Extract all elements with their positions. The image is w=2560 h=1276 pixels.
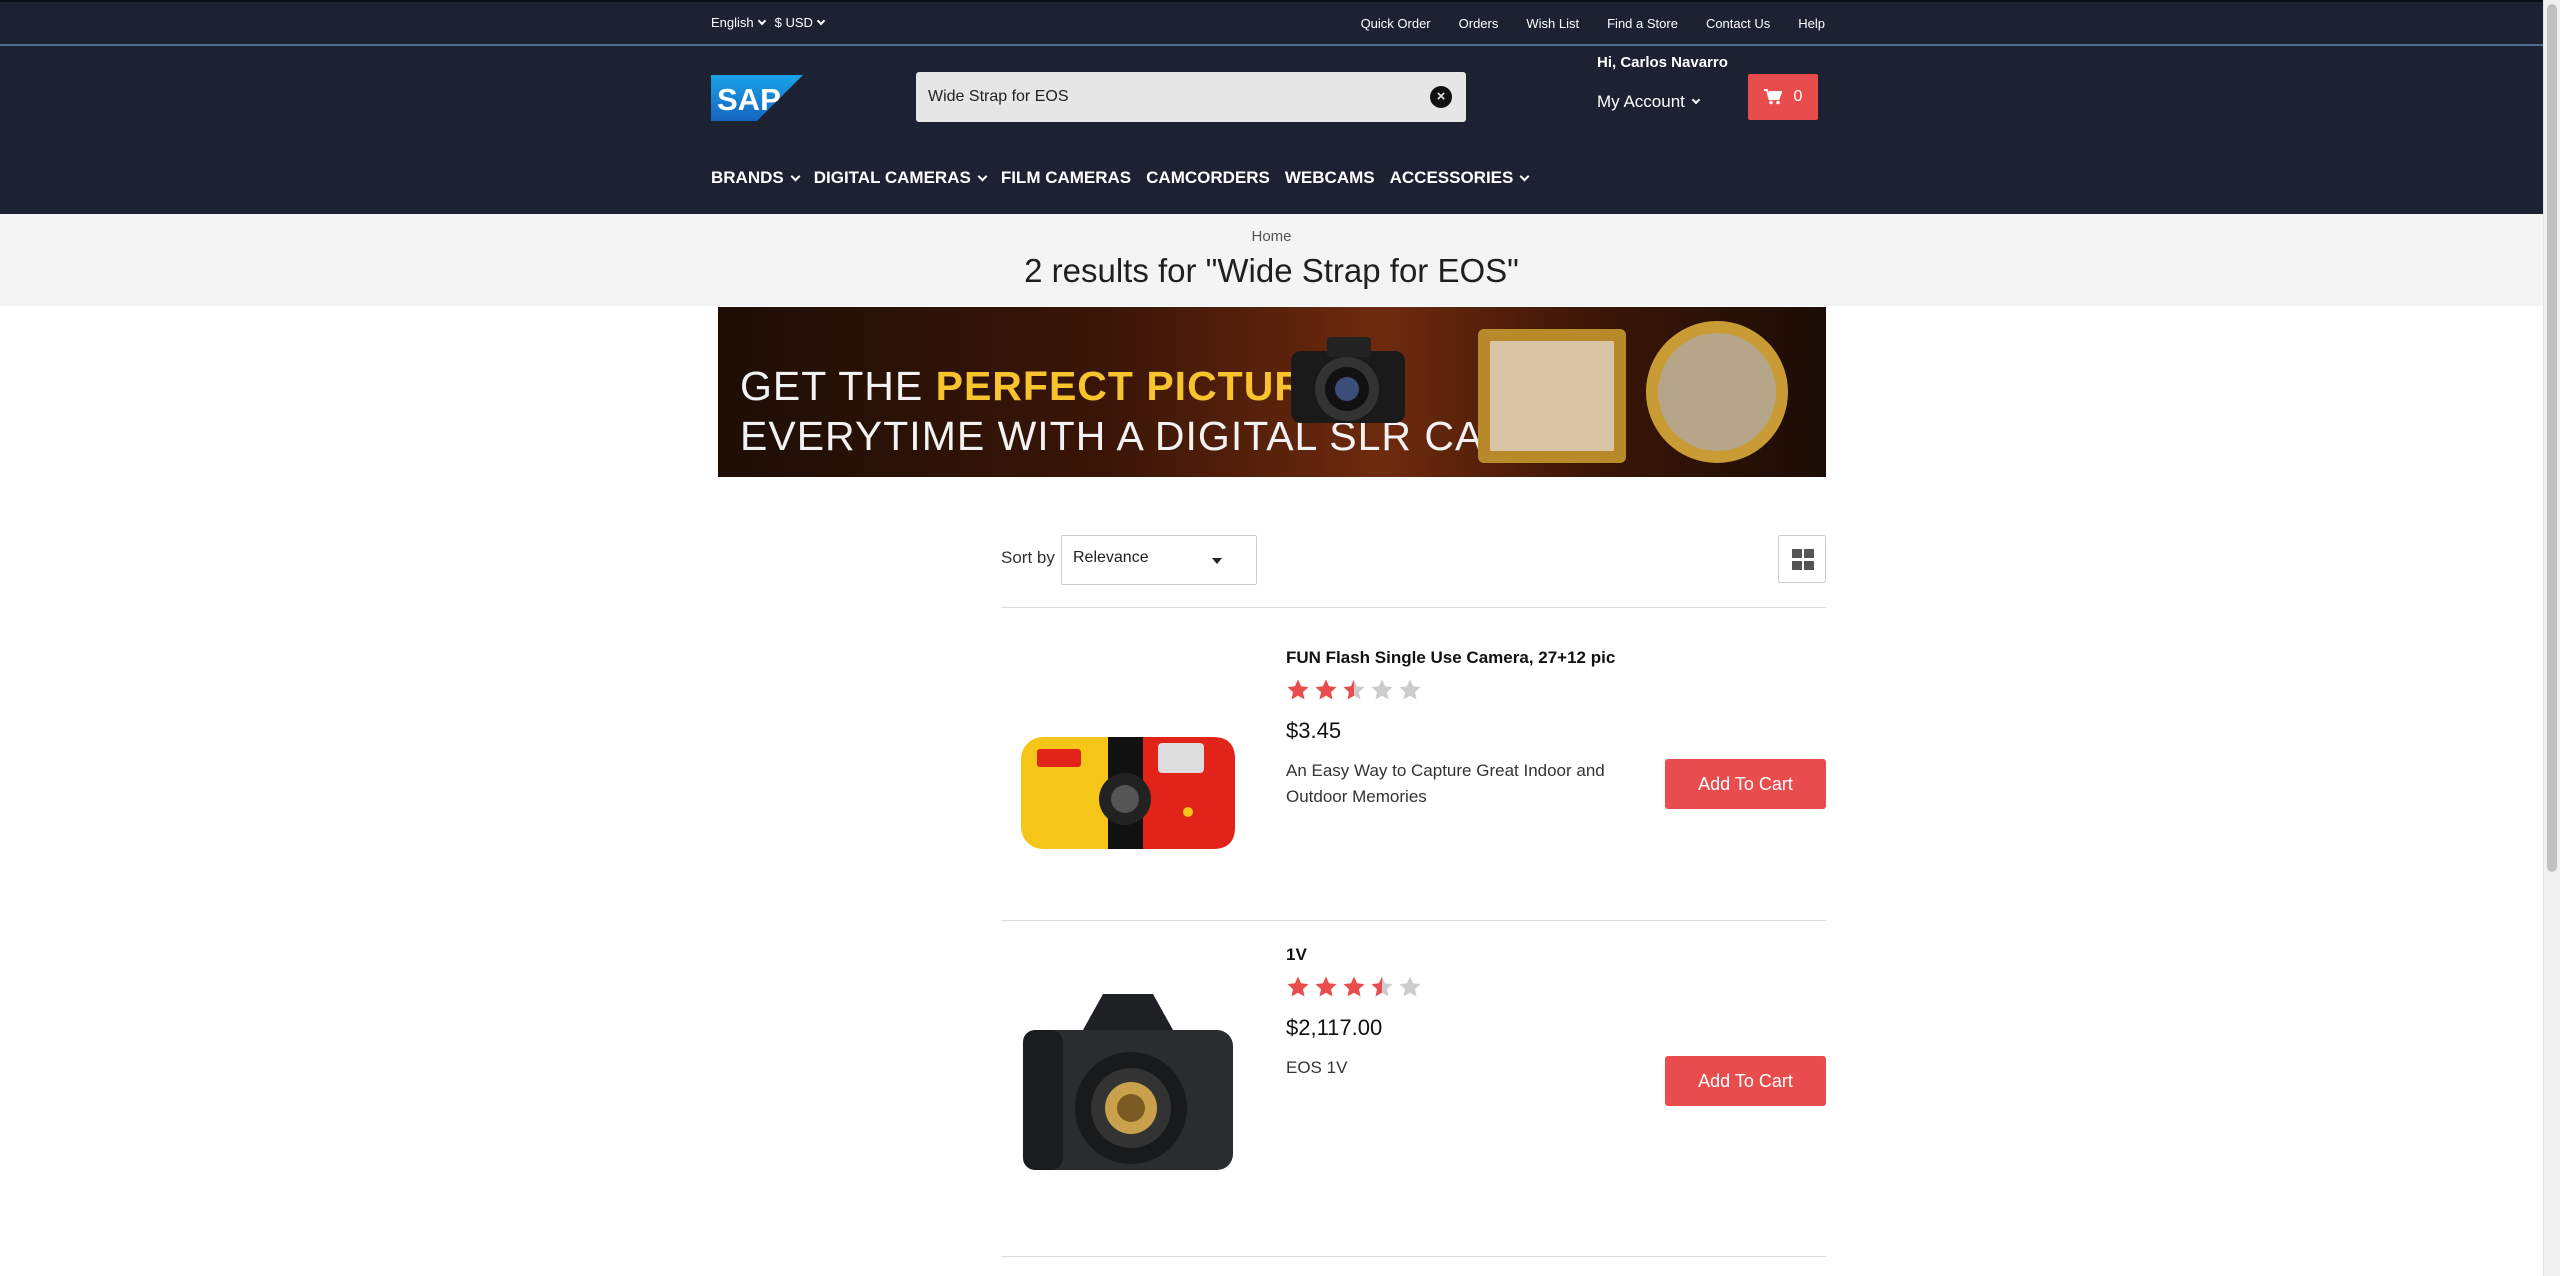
nav-webcams[interactable]: WEBCAMS — [1285, 168, 1375, 188]
main-nav: BRANDS DIGITAL CAMERAS FILM CAMERAS CAMC… — [711, 168, 1530, 188]
utility-bar: English $ USD Quick Order Orders Wish Li… — [0, 0, 2543, 46]
chevron-down-icon — [1519, 171, 1530, 181]
nav-accessories[interactable]: ACCESSORIES — [1389, 168, 1530, 188]
rating-stars — [1286, 678, 1422, 702]
add-to-cart-button[interactable]: Add To Cart — [1665, 759, 1826, 809]
nav-camcorders[interactable]: CAMCORDERS — [1146, 168, 1270, 188]
my-account-menu[interactable]: My Account — [1597, 92, 1701, 112]
camera-graphic — [1291, 337, 1405, 423]
dropdown-arrow-icon — [1212, 558, 1222, 564]
help-link[interactable]: Help — [1798, 16, 1825, 31]
vertical-scrollbar[interactable] — [2543, 0, 2560, 1276]
star-icon — [1343, 679, 1365, 700]
scrollbar-thumb[interactable] — [2547, 4, 2557, 872]
product-row: 1V $2,117.00 EOS 1V Add To Cart — [1001, 945, 1826, 1195]
nav-brands[interactable]: BRANDS — [711, 168, 801, 188]
breadcrumb: Home — [0, 228, 2543, 245]
sap-logo[interactable]: SAP — [711, 75, 803, 121]
divider — [1001, 1256, 1826, 1257]
nav-label: BRANDS — [711, 168, 784, 187]
nav-label: WEBCAMS — [1284, 168, 1375, 187]
product-name[interactable]: 1V — [1286, 945, 1307, 965]
chevron-down-icon — [1691, 95, 1701, 105]
banner-highlight: PERFECT PICTURE — [935, 363, 1334, 409]
chevron-down-icon — [757, 16, 766, 25]
product-description: An Easy Way to Capture Great Indoor and … — [1286, 761, 1605, 806]
family-photo-frame — [1478, 329, 1626, 463]
my-account-label: My Account — [1597, 92, 1685, 111]
grid-view-button[interactable] — [1778, 535, 1826, 583]
currency-label: $ USD — [774, 15, 813, 30]
divider — [1001, 607, 1826, 608]
star-icon — [1315, 976, 1337, 997]
cart-button[interactable]: 0 — [1748, 74, 1818, 120]
cart-count: 0 — [1793, 88, 1803, 105]
shopping-cart-icon — [1763, 89, 1782, 105]
close-circle-icon[interactable]: × — [1430, 86, 1452, 108]
find-store-link[interactable]: Find a Store — [1607, 16, 1678, 31]
currency-selector[interactable]: $ USD — [774, 15, 826, 30]
rating-stars — [1286, 975, 1422, 999]
banner-line-1: GET THE PERFECT PICTURE — [740, 363, 1333, 410]
chevron-down-icon — [977, 171, 988, 181]
slr-camera-image[interactable] — [1013, 980, 1243, 1180]
product-description: EOS 1V — [1286, 1058, 1348, 1077]
nav-digital-cameras[interactable]: DIGITAL CAMERAS — [813, 168, 988, 188]
quick-order-link[interactable]: Quick Order — [1361, 16, 1431, 31]
wish-list-link[interactable]: Wish List — [1526, 16, 1579, 31]
product-price: $2,117.00 — [1286, 1015, 1383, 1040]
product-name[interactable]: FUN Flash Single Use Camera, 27+12 pic — [1286, 648, 1615, 668]
star-icon — [1399, 976, 1421, 997]
chevron-down-icon — [816, 16, 826, 25]
banner-line-2: EVERYTIME WITH A DIGITAL SLR CAMERA — [740, 413, 1606, 459]
promo-banner[interactable]: GET THE PERFECT PICTURE EVERYTIME WITH A… — [718, 307, 1826, 477]
divider — [1001, 920, 1826, 921]
search-input[interactable] — [928, 72, 1408, 122]
star-icon — [1371, 976, 1393, 997]
language-selector[interactable]: English — [711, 15, 766, 30]
sort-label: Sort by — [1001, 548, 1055, 567]
star-icon — [1371, 679, 1393, 700]
star-icon — [1287, 976, 1309, 997]
nav-label: CAMCORDERS — [1146, 168, 1270, 187]
contact-us-link[interactable]: Contact Us — [1706, 16, 1770, 31]
nav-film-cameras[interactable]: FILM CAMERAS — [1001, 168, 1131, 188]
orders-link[interactable]: Orders — [1459, 16, 1499, 31]
add-to-cart-button[interactable]: Add To Cart — [1665, 1056, 1826, 1106]
star-icon — [1287, 679, 1309, 700]
product-price: $3.45 — [1286, 718, 1342, 743]
language-label: English — [711, 15, 754, 30]
product-row: FUN Flash Single Use Camera, 27+12 pic $… — [1001, 648, 1826, 898]
user-greeting: Hi, Carlos Navarro — [1597, 54, 1728, 71]
star-icon — [1399, 679, 1421, 700]
page: English $ USD Quick Order Orders Wish Li… — [0, 0, 2543, 1276]
banner-text: GET THE — [740, 363, 936, 409]
breadcrumb-band: Home 2 results for "Wide Strap for EOS" — [0, 214, 2543, 306]
site-header: SAP × Hi, Carlos Navarro My Account 0 — [0, 46, 2543, 214]
cat-photo-frame — [1646, 321, 1788, 463]
nav-label: ACCESSORIES — [1389, 168, 1514, 187]
star-icon — [1315, 679, 1337, 700]
sort-select[interactable]: Relevance — [1061, 535, 1257, 585]
search-box: × — [916, 72, 1466, 122]
star-icon — [1343, 976, 1365, 997]
page-title: 2 results for "Wide Strap for EOS" — [1024, 252, 1519, 289]
sort-selected-value: Relevance — [1073, 549, 1149, 566]
nav-label: DIGITAL CAMERAS — [813, 168, 971, 187]
svg-text:SAP: SAP — [717, 82, 781, 117]
breadcrumb-home[interactable]: Home — [1251, 228, 1291, 245]
chevron-down-icon — [790, 171, 801, 181]
disposable-camera-image[interactable] — [1013, 692, 1243, 892]
nav-label: FILM CAMERAS — [1000, 168, 1132, 187]
